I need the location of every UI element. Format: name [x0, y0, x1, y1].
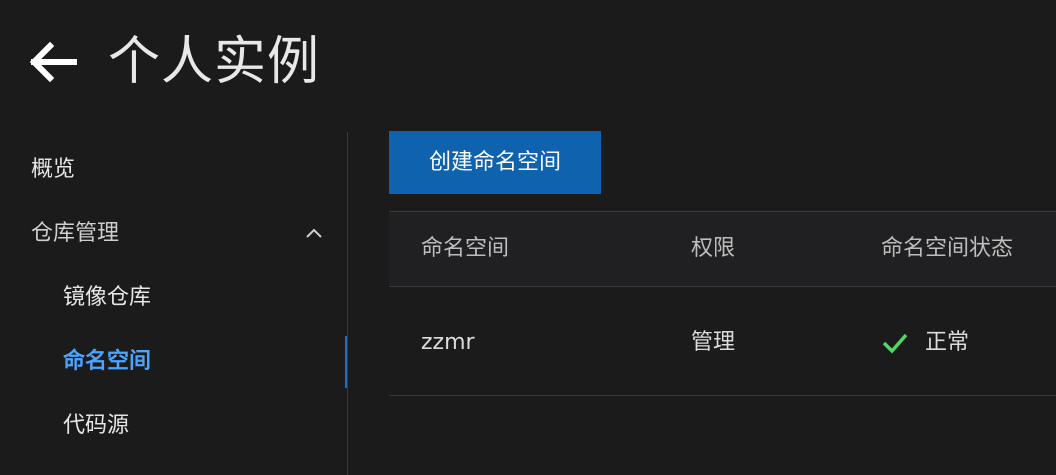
- sidebar-item-code-source[interactable]: 代码源: [0, 396, 348, 456]
- sidebar-item-label: 仓库管理: [31, 221, 120, 246]
- status-cell: 正常: [881, 287, 969, 399]
- sidebar: 概览 仓库管理 镜像仓库 命名空间 代码源: [0, 130, 348, 475]
- back-button[interactable]: [26, 40, 80, 84]
- sidebar-item-label: 镜像仓库: [63, 285, 152, 310]
- sidebar-item-image-repository[interactable]: 镜像仓库: [0, 268, 348, 328]
- app-window: 个人实例 概览 仓库管理 镜像仓库 命名空间 代码源 创建命名空间 命名空间 权…: [0, 0, 1056, 475]
- column-header-status: 命名空间状态: [881, 236, 1014, 261]
- check-icon: [882, 333, 908, 354]
- table-row: zzmr 管理 正常: [389, 287, 1056, 396]
- status-value: 正常: [925, 330, 970, 355]
- page-header: 个人实例: [0, 0, 1056, 130]
- sidebar-item-label: 概览: [31, 157, 76, 182]
- sidebar-item-overview[interactable]: 概览: [0, 140, 348, 200]
- column-header-permission: 权限: [691, 236, 736, 261]
- chevron-up-icon: [306, 228, 322, 238]
- namespace-table: 命名空间 权限 命名空间状态 zzmr 管理 正常: [389, 211, 1056, 396]
- arrow-left-icon: [29, 41, 77, 83]
- namespace-name[interactable]: zzmr: [421, 287, 475, 399]
- sidebar-divider: [347, 132, 348, 475]
- sidebar-item-namespace[interactable]: 命名空间: [0, 332, 348, 392]
- column-header-namespace: 命名空间: [421, 236, 510, 261]
- sidebar-group-repository-management[interactable]: 仓库管理: [0, 204, 348, 264]
- permission-value: 管理: [691, 330, 736, 355]
- page-title: 个人实例: [108, 32, 321, 92]
- table-header: 命名空间 权限 命名空间状态: [389, 211, 1056, 287]
- create-namespace-button[interactable]: 创建命名空间: [389, 131, 601, 194]
- sidebar-item-label: 命名空间: [63, 349, 152, 374]
- sidebar-item-label: 代码源: [63, 413, 130, 438]
